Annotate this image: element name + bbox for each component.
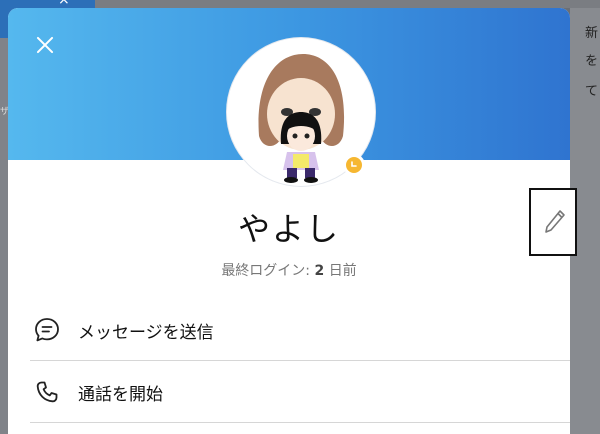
background-text: 新 [585, 26, 599, 41]
last-login: 最終ログイン: 2 日前 [221, 263, 357, 279]
start-call-label: 通話を開始 [78, 384, 163, 405]
send-message-button[interactable]: メッセージを送信 [30, 300, 570, 360]
status-badge [343, 154, 365, 176]
divider [30, 422, 570, 423]
edit-profile-button[interactable] [529, 188, 577, 256]
message-bubble-icon [32, 315, 62, 345]
background-text: て [585, 84, 599, 99]
start-call-button[interactable]: 通話を開始 [30, 362, 570, 422]
profile-modal: やよし 最終ログイン: 2 日前 メッセージを送信 通話を開始 [8, 8, 570, 434]
background-text: を [585, 54, 599, 69]
pencil-icon [545, 210, 565, 233]
clock-icon [351, 161, 357, 167]
send-message-label: メッセージを送信 [78, 322, 214, 343]
phone-icon [32, 377, 62, 407]
close-button[interactable] [34, 34, 56, 56]
divider [30, 360, 570, 361]
display-name: やよし [237, 210, 340, 248]
